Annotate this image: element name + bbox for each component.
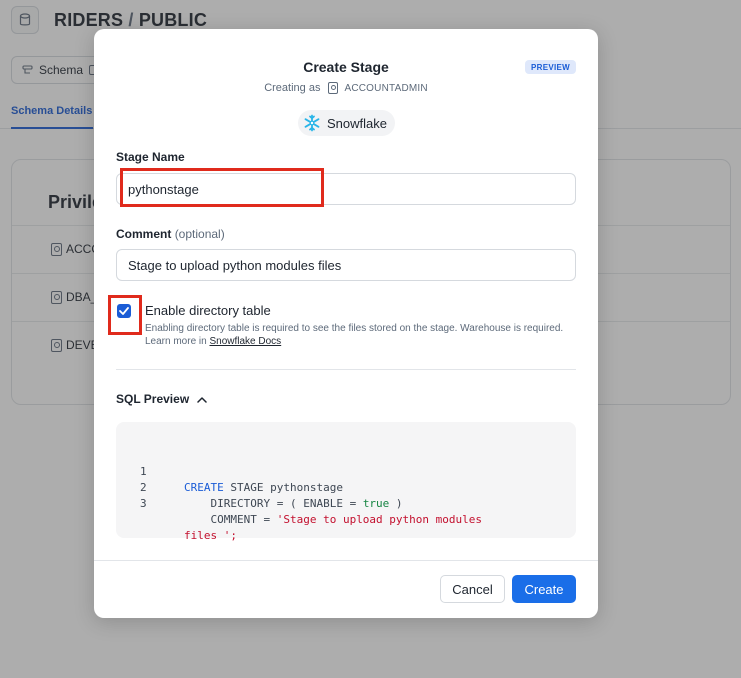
section-divider (116, 369, 576, 370)
connection-label: Snowflake (327, 115, 387, 131)
preview-badge: PREVIEW (525, 60, 576, 74)
sql-preview-label: SQL Preview (116, 392, 190, 406)
comment-label-text: Comment (116, 227, 172, 241)
creating-as-line: Creating as ACCOUNTADMIN (94, 82, 598, 94)
role-name: ACCOUNTADMIN (344, 82, 428, 94)
sql-text: ) (389, 497, 403, 510)
comment-input[interactable] (116, 249, 576, 281)
directory-table-help-text: Enabling directory table is required to … (145, 323, 564, 347)
sql-string: files '; (184, 529, 237, 542)
sql-preview-toggle[interactable]: SQL Preview (116, 392, 207, 406)
creating-as-label: Creating as (264, 82, 321, 94)
sql-string: 'Stage to upload python modules (276, 513, 483, 526)
connection-chip: Snowflake (298, 110, 395, 136)
directory-table-help: Enabling directory table is required to … (145, 322, 575, 348)
chevron-up-icon (197, 396, 207, 403)
cancel-button[interactable]: Cancel (440, 575, 505, 603)
comment-label: Comment (optional) (116, 227, 225, 241)
dialog-title: Create Stage (303, 59, 389, 75)
sql-keyword: CREATE (184, 481, 224, 494)
snowflake-icon (303, 114, 321, 132)
snowflake-docs-link[interactable]: Snowflake Docs (209, 336, 281, 347)
comment-optional-hint: (optional) (174, 227, 225, 241)
stage-name-label: Stage Name (116, 150, 185, 164)
checkbox-highlight (108, 295, 142, 335)
enable-directory-table-label[interactable]: Enable directory table (145, 303, 271, 318)
sql-boolean: true (362, 497, 390, 510)
sql-text: DIRECTORY = ( ENABLE = (184, 497, 363, 510)
footer-divider (94, 560, 598, 561)
create-stage-dialog: Create Stage PREVIEW Creating as ACCOUNT… (94, 29, 598, 618)
stage-name-highlight (120, 168, 324, 207)
sql-preview-code: 1 CREATE STAGE pythonstage 2 DIRECTORY =… (116, 422, 576, 542)
create-button[interactable]: Create (512, 575, 576, 603)
code-line: files '; (116, 496, 237, 560)
sql-text: COMMENT = (184, 513, 277, 526)
sql-text: STAGE pythonstage (223, 481, 343, 494)
role-icon (328, 82, 339, 94)
